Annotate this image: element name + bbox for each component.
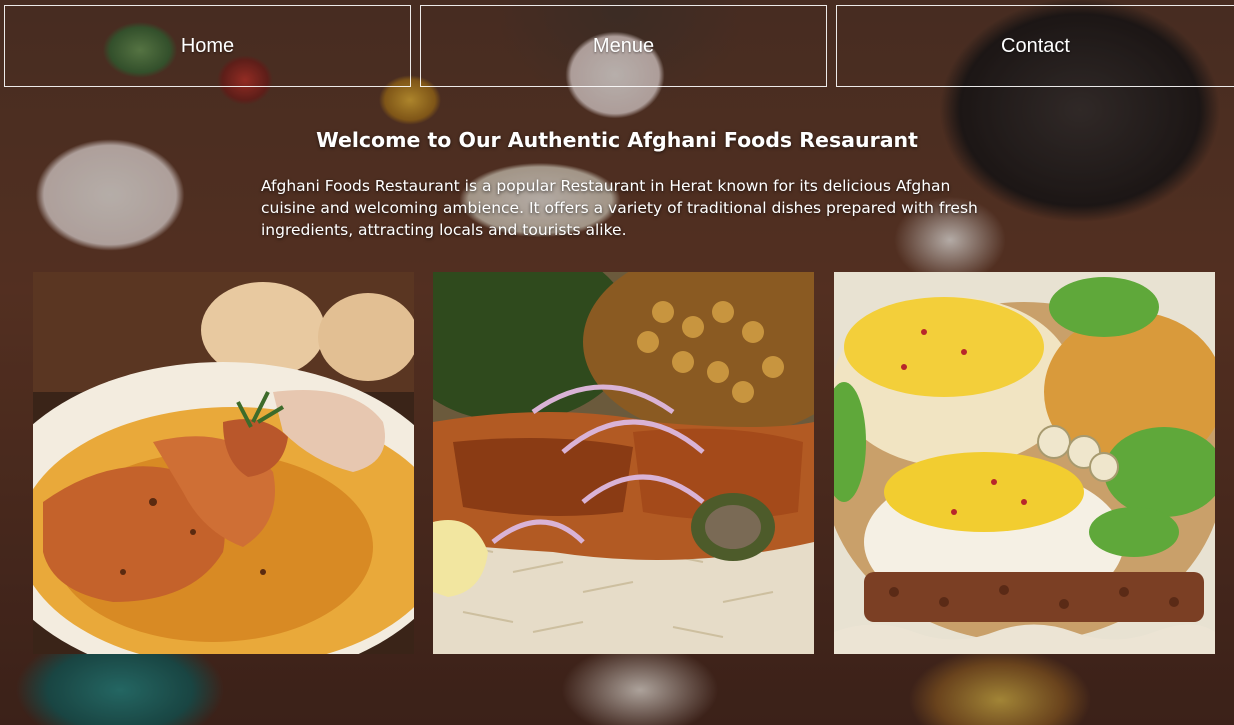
intro-paragraph: Afghani Foods Restaurant is a popular Re…	[261, 177, 978, 239]
nav-home-link[interactable]: Home	[4, 5, 411, 87]
gallery-image-saffron-rice	[834, 272, 1215, 654]
nav-contact-link[interactable]: Contact	[836, 5, 1234, 87]
nav-menu-link[interactable]: Menue	[420, 5, 827, 87]
top-nav: Home Menue Contact	[0, 0, 1234, 90]
gallery-image-kebab-rice	[433, 272, 814, 654]
page-title: Welcome to Our Authentic Afghani Foods R…	[316, 128, 918, 152]
gallery-image-shrimp	[33, 272, 414, 654]
